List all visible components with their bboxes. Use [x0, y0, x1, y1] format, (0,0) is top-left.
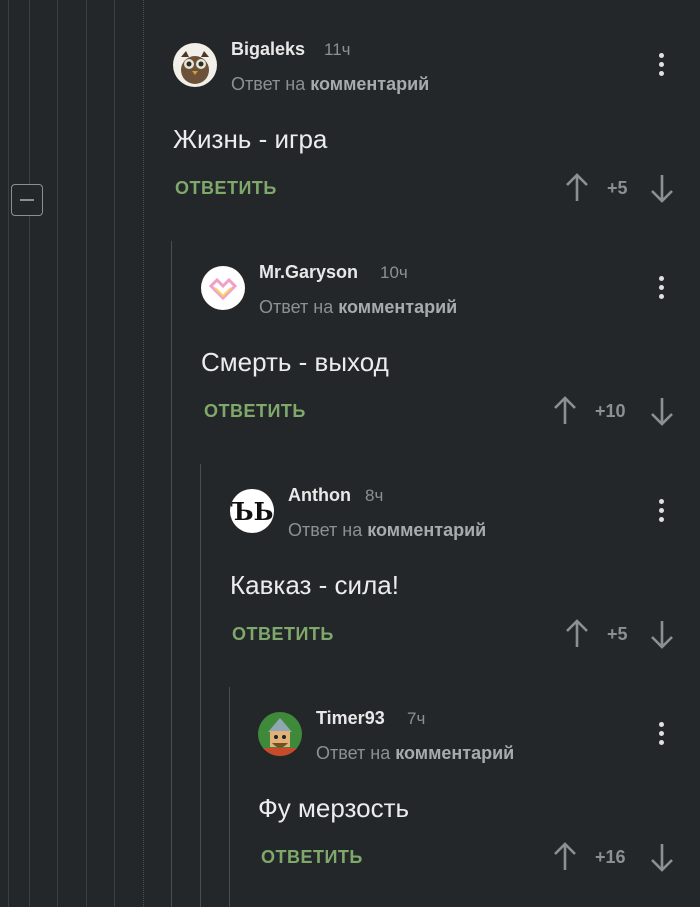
thread-guide-line — [29, 0, 30, 907]
comment-author[interactable]: Mr.Garyson — [259, 262, 358, 283]
more-options-button[interactable] — [659, 53, 665, 80]
vertical-dots-icon — [659, 53, 664, 58]
collapse-thread-button[interactable] — [11, 184, 43, 216]
comment-score: +10 — [595, 401, 626, 421]
comment-text: Смерть - выход — [201, 347, 389, 377]
arrow-up-icon[interactable] — [565, 173, 589, 203]
reply-prefix: Ответ на — [316, 743, 391, 763]
comment-time: 10ч — [380, 263, 408, 282]
reply-button[interactable]: ОТВЕТИТЬ — [175, 178, 277, 199]
comment-text: Кавказ - сила! — [230, 570, 399, 600]
thread-guide-line — [57, 0, 58, 907]
reply-target-link[interactable]: комментарий — [310, 74, 429, 94]
vertical-dots-icon — [659, 722, 664, 727]
comment-text: Фу мерзость — [258, 793, 410, 823]
thread-guide-line — [114, 0, 115, 907]
thread-line — [200, 464, 201, 907]
comment-author[interactable]: Timer93 — [316, 708, 385, 729]
comment-author[interactable]: Bigaleks — [231, 39, 305, 60]
comment-score: +5 — [607, 624, 628, 644]
avatar[interactable] — [201, 266, 245, 310]
more-options-button[interactable] — [659, 499, 665, 526]
thread-line — [171, 241, 172, 907]
minus-icon — [20, 198, 34, 202]
avatar[interactable] — [173, 43, 217, 87]
arrow-up-icon[interactable] — [565, 619, 589, 649]
svg-text:ЪЬ: ЪЬ — [231, 497, 274, 526]
reply-prefix: Ответ на — [231, 74, 306, 94]
thread-guide-line — [8, 0, 9, 907]
arrow-down-icon[interactable] — [650, 396, 674, 426]
reply-to-label: Ответ на комментарий — [259, 297, 457, 318]
arrow-down-icon[interactable] — [650, 619, 674, 649]
thread-guide-line — [86, 0, 87, 907]
thread-guide-line — [143, 0, 144, 907]
reply-to-label: Ответ на комментарий — [231, 74, 429, 95]
thread-line — [229, 687, 230, 907]
reply-target-link[interactable]: комментарий — [367, 520, 486, 540]
comment-time: 8ч — [365, 486, 384, 505]
reply-button[interactable]: ОТВЕТИТЬ — [232, 624, 334, 645]
comment-author[interactable]: Anthon — [288, 485, 351, 506]
reply-button[interactable]: ОТВЕТИТЬ — [261, 847, 363, 868]
reply-prefix: Ответ на — [259, 297, 334, 317]
more-options-button[interactable] — [659, 276, 665, 303]
vertical-dots-icon — [659, 276, 664, 281]
arrow-up-icon[interactable] — [553, 396, 577, 426]
reply-target-link[interactable]: комментарий — [338, 297, 457, 317]
arrow-down-icon[interactable] — [650, 842, 674, 872]
comment-text: Жизнь - игра — [173, 124, 328, 154]
reply-target-link[interactable]: комментарий — [395, 743, 514, 763]
reply-to-label: Ответ на комментарий — [288, 520, 486, 541]
comment-time: 7ч — [407, 709, 426, 728]
comment-score: +5 — [607, 178, 628, 198]
avatar[interactable]: ЪЬ — [230, 489, 274, 533]
more-options-button[interactable] — [659, 722, 665, 749]
arrow-up-icon[interactable] — [553, 842, 577, 872]
comment-score: +16 — [595, 847, 626, 867]
reply-button[interactable]: ОТВЕТИТЬ — [204, 401, 306, 422]
comment-time: 11ч — [324, 40, 351, 59]
avatar[interactable] — [258, 712, 302, 756]
arrow-down-icon[interactable] — [650, 173, 674, 203]
vertical-dots-icon — [659, 499, 664, 504]
reply-prefix: Ответ на — [288, 520, 363, 540]
reply-to-label: Ответ на комментарий — [316, 743, 514, 764]
